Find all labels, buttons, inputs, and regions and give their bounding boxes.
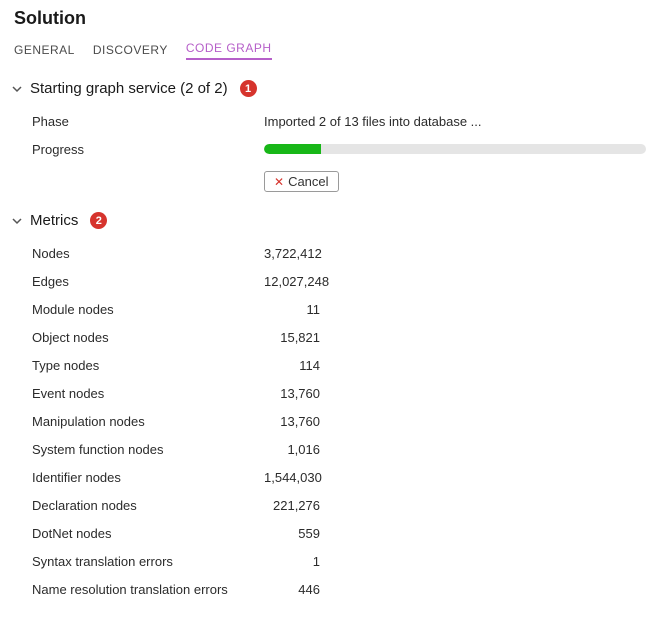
- metrics-value: 1: [264, 554, 320, 569]
- section-metrics: Metrics 2 Nodes3,722,412Edges12,027,248M…: [10, 212, 646, 603]
- metrics-row: Module nodes11: [10, 295, 646, 323]
- progress-label: Progress: [10, 142, 264, 157]
- metrics-label: Identifier nodes: [10, 470, 264, 485]
- metrics-value: 1,544,030: [264, 470, 320, 485]
- metrics-label: Syntax translation errors: [10, 554, 264, 569]
- callout-badge-2: 2: [90, 212, 107, 229]
- progress-bar: [264, 144, 646, 154]
- close-icon: ✕: [274, 176, 284, 188]
- section-title-graph-service: Starting graph service (2 of 2): [30, 80, 228, 97]
- metrics-value: 3,722,412: [264, 246, 320, 261]
- metrics-row: Identifier nodes1,544,030: [10, 463, 646, 491]
- metrics-label: Event nodes: [10, 386, 264, 401]
- section-header-metrics[interactable]: Metrics 2: [10, 212, 646, 229]
- metrics-row: Nodes3,722,412: [10, 239, 646, 267]
- metrics-value: 12,027,248: [264, 274, 320, 289]
- metrics-label: Nodes: [10, 246, 264, 261]
- metrics-label: Type nodes: [10, 358, 264, 373]
- tab-general[interactable]: General: [14, 39, 75, 60]
- metrics-row: Type nodes114: [10, 351, 646, 379]
- cancel-button[interactable]: ✕ Cancel: [264, 171, 339, 192]
- metrics-value: 446: [264, 582, 320, 597]
- metrics-label: Object nodes: [10, 330, 264, 345]
- metrics-value: 15,821: [264, 330, 320, 345]
- metrics-value: 13,760: [264, 414, 320, 429]
- metrics-value: 1,016: [264, 442, 320, 457]
- metrics-value: 114: [264, 358, 320, 373]
- tab-discovery[interactable]: Discovery: [93, 39, 168, 60]
- progress-bar-fill: [264, 144, 321, 154]
- metrics-row: Syntax translation errors1: [10, 547, 646, 575]
- metrics-value: 11: [264, 302, 320, 317]
- row-progress: Progress: [10, 135, 646, 163]
- metrics-value: 221,276: [264, 498, 320, 513]
- section-title-metrics: Metrics: [30, 212, 78, 229]
- metrics-row: Name resolution translation errors446: [10, 575, 646, 603]
- metrics-label: Name resolution translation errors: [10, 582, 264, 597]
- metrics-value: 13,760: [264, 386, 320, 401]
- metrics-row: Manipulation nodes13,760: [10, 407, 646, 435]
- metrics-row: Edges12,027,248: [10, 267, 646, 295]
- metrics-label: Declaration nodes: [10, 498, 264, 513]
- metrics-label: System function nodes: [10, 442, 264, 457]
- metrics-row: System function nodes1,016: [10, 435, 646, 463]
- phase-value: Imported 2 of 13 files into database ...: [264, 114, 646, 129]
- metrics-row: DotNet nodes559: [10, 519, 646, 547]
- tab-bar: General Discovery Code Graph: [10, 37, 646, 60]
- cancel-button-label: Cancel: [288, 174, 328, 189]
- metrics-value: 559: [264, 526, 320, 541]
- metrics-row: Declaration nodes221,276: [10, 491, 646, 519]
- metrics-row: Event nodes13,760: [10, 379, 646, 407]
- metrics-label: DotNet nodes: [10, 526, 264, 541]
- section-header-graph-service[interactable]: Starting graph service (2 of 2) 1: [10, 80, 646, 97]
- metrics-label: Module nodes: [10, 302, 264, 317]
- chevron-down-icon: [10, 214, 24, 228]
- callout-badge-1: 1: [240, 80, 257, 97]
- row-phase: Phase Imported 2 of 13 files into databa…: [10, 107, 646, 135]
- page-title: Solution: [14, 8, 646, 29]
- metrics-label: Manipulation nodes: [10, 414, 264, 429]
- tab-code-graph[interactable]: Code Graph: [186, 37, 272, 60]
- metrics-label: Edges: [10, 274, 264, 289]
- metrics-row: Object nodes15,821: [10, 323, 646, 351]
- section-graph-service: Starting graph service (2 of 2) 1 Phase …: [10, 80, 646, 192]
- phase-label: Phase: [10, 114, 264, 129]
- chevron-down-icon: [10, 82, 24, 96]
